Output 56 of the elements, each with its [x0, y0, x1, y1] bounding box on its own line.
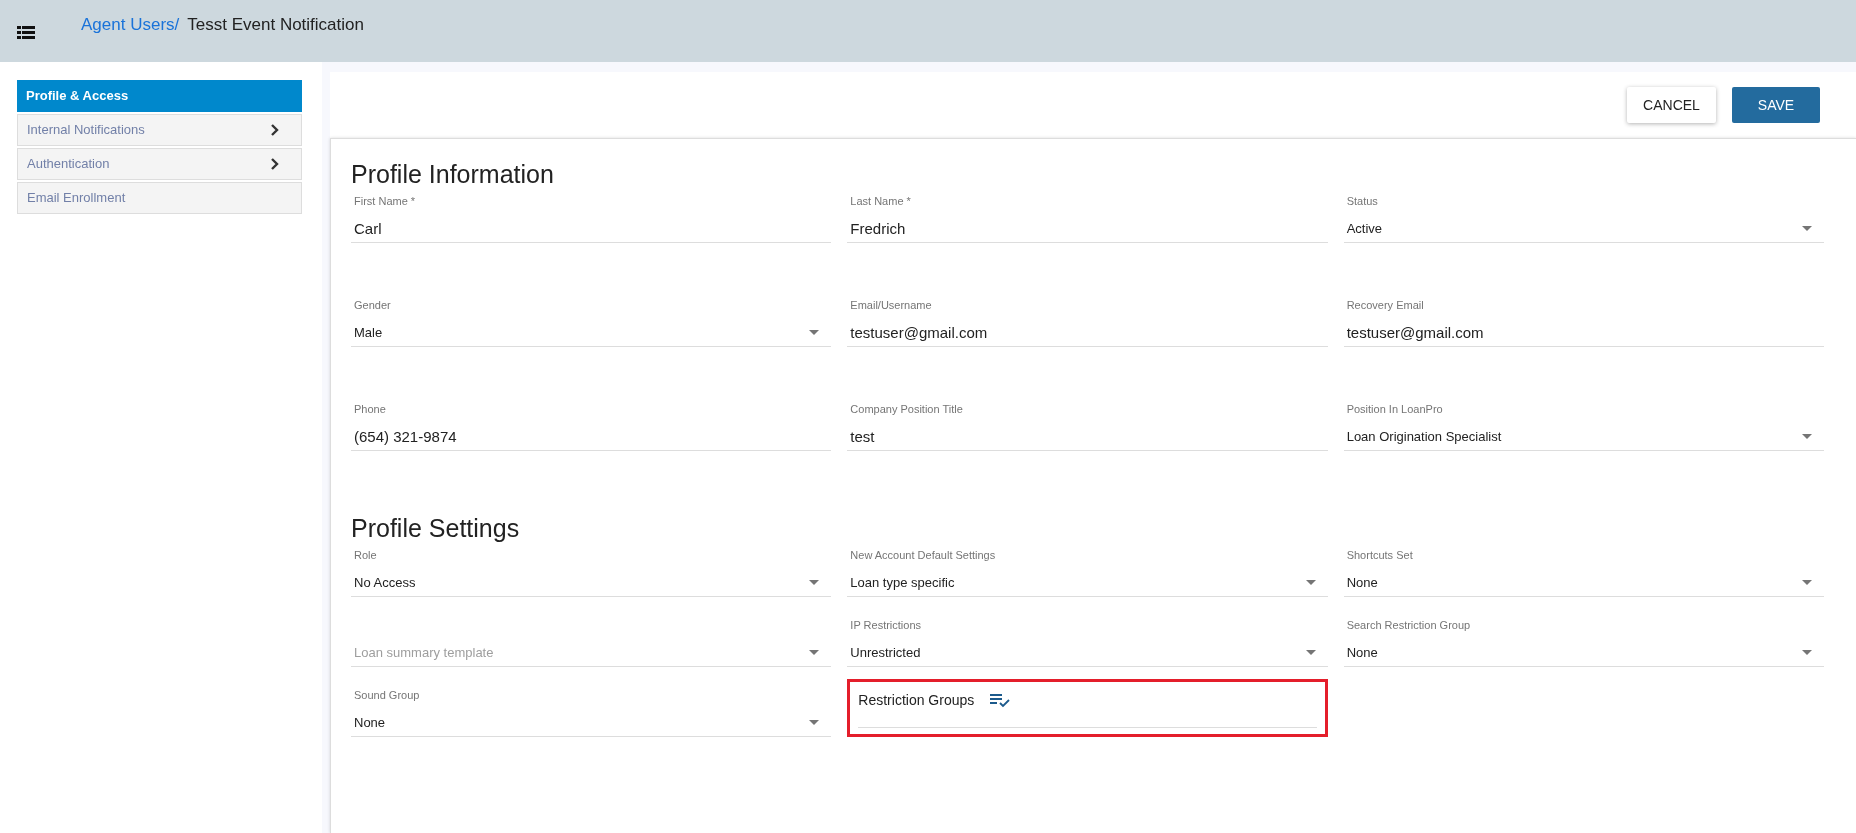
- dropdown-field[interactable]: Active: [1343, 215, 1824, 243]
- save-button[interactable]: SAVE: [1732, 87, 1820, 123]
- dropdown-caret-icon: [809, 580, 820, 585]
- field-label: Position In LoanPro: [1345, 401, 1443, 417]
- sidebar-item[interactable]: Authentication: [17, 148, 302, 180]
- dropdown-field[interactable]: Male: [351, 319, 832, 347]
- dropdown-caret-icon: [1305, 650, 1316, 655]
- chevron-right-icon: [271, 124, 279, 136]
- dropdown-field[interactable]: No Access: [351, 569, 832, 597]
- text-field[interactable]: (654) 321-9874: [351, 423, 832, 451]
- sidebar-item[interactable]: Profile & Access: [17, 80, 302, 112]
- dropdown-caret-icon: [1802, 650, 1812, 655]
- field-label: Phone: [353, 401, 386, 417]
- dropdown-caret-icon: [809, 330, 820, 335]
- field-label: Company Position Title: [849, 401, 963, 417]
- field-label: Search Restriction Group: [1345, 617, 1471, 633]
- page-title: Tesst Event Notification: [187, 14, 364, 37]
- field-label: Email/Username: [849, 297, 932, 313]
- restriction-groups-field[interactable]: Restriction Groups: [847, 679, 1328, 737]
- section-heading: Profile Settings: [351, 513, 521, 543]
- dropdown-field[interactable]: None: [351, 709, 832, 737]
- section-heading: Profile Information: [351, 159, 555, 189]
- dropdown-field[interactable]: None: [1343, 639, 1824, 667]
- text-field[interactable]: Fredrich: [847, 215, 1328, 243]
- dropdown-caret-icon: [1802, 226, 1812, 231]
- dropdown-caret-icon: [809, 720, 820, 725]
- sidebar-item[interactable]: Email Enrollment: [17, 182, 302, 214]
- cancel-button[interactable]: CANCEL: [1627, 87, 1716, 123]
- field-label: Recovery Email: [1345, 297, 1424, 313]
- dropdown-caret-icon: [1802, 580, 1812, 585]
- list-menu-icon[interactable]: [17, 26, 35, 40]
- field-label: IP Restrictions: [849, 617, 922, 633]
- text-field[interactable]: test: [847, 423, 1328, 451]
- sidebar-item[interactable]: Internal Notifications: [17, 114, 302, 146]
- dropdown-field[interactable]: Unrestricted: [847, 639, 1328, 667]
- field-label: Role: [353, 547, 377, 563]
- breadcrumb-separator: /: [174, 14, 180, 37]
- dropdown-field[interactable]: None: [1343, 569, 1824, 597]
- field-label: New Account Default Settings: [849, 547, 996, 563]
- checklist-icon[interactable]: [990, 693, 1011, 708]
- chevron-right-icon: [271, 158, 279, 170]
- dropdown-caret-icon: [809, 650, 820, 655]
- field-label: Sound Group: [353, 687, 420, 703]
- field-label: First Name *: [353, 193, 416, 209]
- field-label: Last Name *: [849, 193, 911, 209]
- field-label: Restriction Groups: [858, 691, 975, 710]
- text-field[interactable]: testuser@gmail.com: [1343, 319, 1824, 347]
- field-label: Shortcuts Set: [1345, 547, 1413, 563]
- field-label: Gender: [353, 297, 391, 313]
- dropdown-field[interactable]: Loan Origination Specialist: [1343, 423, 1824, 451]
- dropdown-caret-icon: [1305, 580, 1316, 585]
- text-field[interactable]: testuser@gmail.com: [847, 319, 1328, 347]
- dropdown-field[interactable]: Loan type specific: [847, 569, 1328, 597]
- text-field[interactable]: Carl: [351, 215, 832, 243]
- field-label: Status: [1345, 193, 1378, 209]
- dropdown-caret-icon: [1802, 434, 1812, 439]
